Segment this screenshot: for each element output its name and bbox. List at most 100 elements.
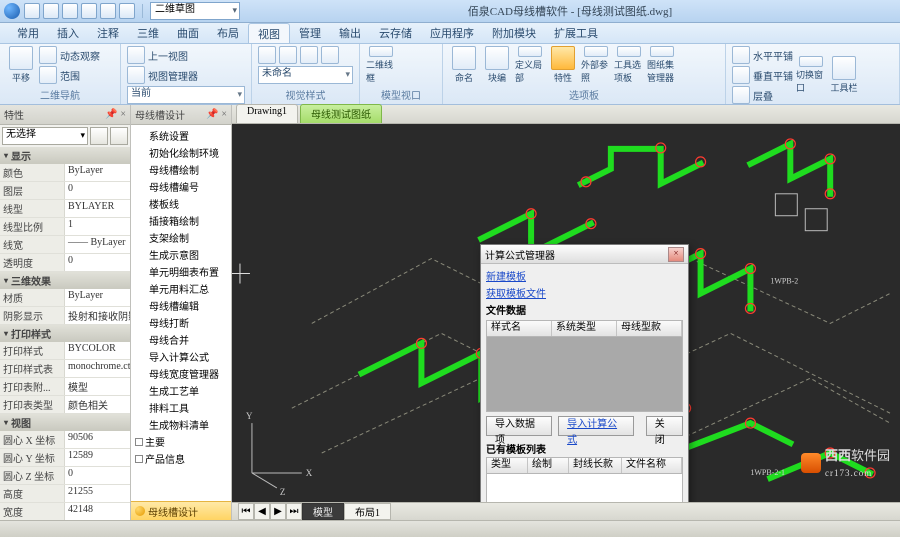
toolbar-button[interactable]: 工具栏 [829, 56, 859, 94]
pick-add-icon[interactable] [110, 127, 128, 145]
wireframe-button[interactable]: 二维线框 [366, 46, 396, 84]
visual-style-combo[interactable]: 未命名 [258, 66, 353, 84]
import-formula-button[interactable]: 导入计算公式 [558, 416, 634, 436]
property-row[interactable]: 阴影显示投射和接收阴影 [0, 307, 130, 325]
prop-value[interactable]: BYCOLOR [65, 342, 130, 359]
vs-icon[interactable] [279, 46, 297, 64]
property-category[interactable]: 显示 [0, 147, 130, 164]
property-row[interactable]: 打印表附...模型 [0, 378, 130, 396]
property-row[interactable]: 圆心 Y 坐标12589 [0, 449, 130, 467]
tile-v-icon[interactable] [732, 66, 750, 84]
extents-icon[interactable] [39, 66, 57, 84]
property-row[interactable]: 透明度0 [0, 254, 130, 272]
qa-save-icon[interactable] [62, 3, 78, 19]
import-data-button[interactable]: 导入数据项 [486, 416, 552, 436]
property-row[interactable]: 打印样式BYCOLOR [0, 342, 130, 360]
doc-tab-active[interactable]: 母线测试图纸 [300, 104, 382, 123]
ribbon-tab[interactable]: 布局 [208, 23, 248, 43]
tab-nav-first-icon[interactable]: ⏮ [238, 503, 254, 520]
prev-view-icon[interactable] [127, 46, 145, 64]
property-row[interactable]: 线型BYLAYER [0, 200, 130, 218]
panel-footer-tab[interactable]: 母线槽设计 [131, 501, 231, 520]
ribbon-tab[interactable]: 附加模块 [483, 23, 545, 43]
define-local-button[interactable]: 定义局部 [515, 46, 545, 84]
tool-palette-button[interactable]: 工具选项板 [614, 46, 644, 84]
pan-button[interactable]: 平移 [6, 46, 36, 84]
cascade-icon[interactable] [732, 86, 750, 104]
tree-node[interactable]: 支架绘制 [133, 229, 229, 246]
panel-close-icon[interactable]: 📌 × [206, 109, 227, 120]
qa-open-icon[interactable] [43, 3, 59, 19]
quick-select-icon[interactable] [90, 127, 108, 145]
named-button[interactable]: 命名 [449, 46, 479, 84]
qa-print-icon[interactable] [119, 3, 135, 19]
prop-value[interactable]: 90506 [65, 431, 130, 448]
tree-node[interactable]: 生成工艺单 [133, 382, 229, 399]
tree-group[interactable]: 主要 [133, 433, 229, 450]
tree-node[interactable]: 母线槽编号 [133, 178, 229, 195]
qa-redo-icon[interactable] [100, 3, 116, 19]
prop-value[interactable]: ByLayer [65, 164, 130, 181]
tree-group[interactable]: 产品信息 [133, 450, 229, 467]
prop-value[interactable]: ByLayer [65, 289, 130, 306]
property-row[interactable]: 圆心 X 坐标90506 [0, 431, 130, 449]
ribbon-tab[interactable]: 三维 [128, 23, 168, 43]
tree-node[interactable]: 母线宽度管理器 [133, 365, 229, 382]
viewport[interactable]: Y X Z [232, 124, 900, 502]
prop-value[interactable]: BYLAYER [65, 200, 130, 217]
prop-value[interactable]: 1 [65, 218, 130, 235]
tree-node[interactable]: 系统设置 [133, 127, 229, 144]
dialog-titlebar[interactable]: 计算公式管理器 × [481, 245, 688, 264]
prop-value[interactable]: 投射和接收阴影 [65, 307, 130, 324]
prop-value[interactable]: 颜色相关 [65, 396, 130, 413]
tab-nav-last-icon[interactable]: ⏭ [286, 503, 302, 520]
doc-tab[interactable]: Drawing1 [236, 104, 298, 123]
ribbon-tab[interactable]: 曲面 [168, 23, 208, 43]
ribbon-tab[interactable]: 插入 [48, 23, 88, 43]
ribbon-tab[interactable]: 管理 [290, 23, 330, 43]
ribbon-tab-view[interactable]: 视图 [248, 23, 290, 43]
ribbon-tab[interactable]: 注释 [88, 23, 128, 43]
property-row[interactable]: 打印样式表monochrome.ctb [0, 360, 130, 378]
sheetset-button[interactable]: 图纸集管理器 [647, 46, 677, 84]
property-row[interactable]: 宽度42148 [0, 503, 130, 520]
property-row[interactable]: 圆心 Z 坐标0 [0, 467, 130, 485]
tree-node[interactable]: 单元用料汇总 [133, 280, 229, 297]
view-combo[interactable]: 当前 [127, 86, 245, 104]
close-button[interactable]: 关闭 [646, 416, 683, 436]
tree-node[interactable]: 母线合并 [133, 331, 229, 348]
tab-nav-prev-icon[interactable]: ◀ [254, 503, 270, 520]
tree-node[interactable]: 母线槽编辑 [133, 297, 229, 314]
selection-combo[interactable]: 无选择 [2, 127, 88, 145]
workspace-dropdown[interactable]: 二维草图 [150, 2, 240, 20]
tree-node[interactable]: 插接箱绘制 [133, 212, 229, 229]
model-tab[interactable]: 模型 [302, 503, 344, 520]
property-row[interactable]: 颜色ByLayer [0, 164, 130, 182]
vs-icon[interactable] [300, 46, 318, 64]
ribbon-tab[interactable]: 扩展工具 [545, 23, 607, 43]
tree-node[interactable]: 排料工具 [133, 399, 229, 416]
tree-node[interactable]: 母线打断 [133, 314, 229, 331]
property-category[interactable]: 视图 [0, 414, 130, 431]
switch-window-button[interactable]: 切换窗口 [796, 56, 826, 94]
property-row[interactable]: 材质ByLayer [0, 289, 130, 307]
tree-node[interactable]: 单元明细表布置 [133, 263, 229, 280]
xref-button[interactable]: 外部参照 [581, 46, 611, 84]
tree-node[interactable]: 楼板线 [133, 195, 229, 212]
prop-value[interactable]: 0 [65, 182, 130, 199]
tree-node[interactable]: 生成示意图 [133, 246, 229, 263]
prop-value[interactable]: —— ByLayer [65, 236, 130, 253]
tab-nav-next-icon[interactable]: ▶ [270, 503, 286, 520]
property-row[interactable]: 线型比例1 [0, 218, 130, 236]
ribbon-tab[interactable]: 输出 [330, 23, 370, 43]
tile-h-icon[interactable] [732, 46, 750, 64]
block-edit-button[interactable]: 块编 [482, 46, 512, 84]
prop-value[interactable]: monochrome.ctb [65, 360, 130, 377]
tree-node[interactable]: 初始化绘制环境 [133, 144, 229, 161]
file-data-list[interactable] [486, 337, 683, 412]
tree-node[interactable]: 导入计算公式 [133, 348, 229, 365]
prop-value[interactable]: 21255 [65, 485, 130, 502]
vs-icon[interactable] [258, 46, 276, 64]
template-list[interactable] [486, 474, 683, 502]
panel-close-icon[interactable]: 📌 × [105, 109, 126, 120]
